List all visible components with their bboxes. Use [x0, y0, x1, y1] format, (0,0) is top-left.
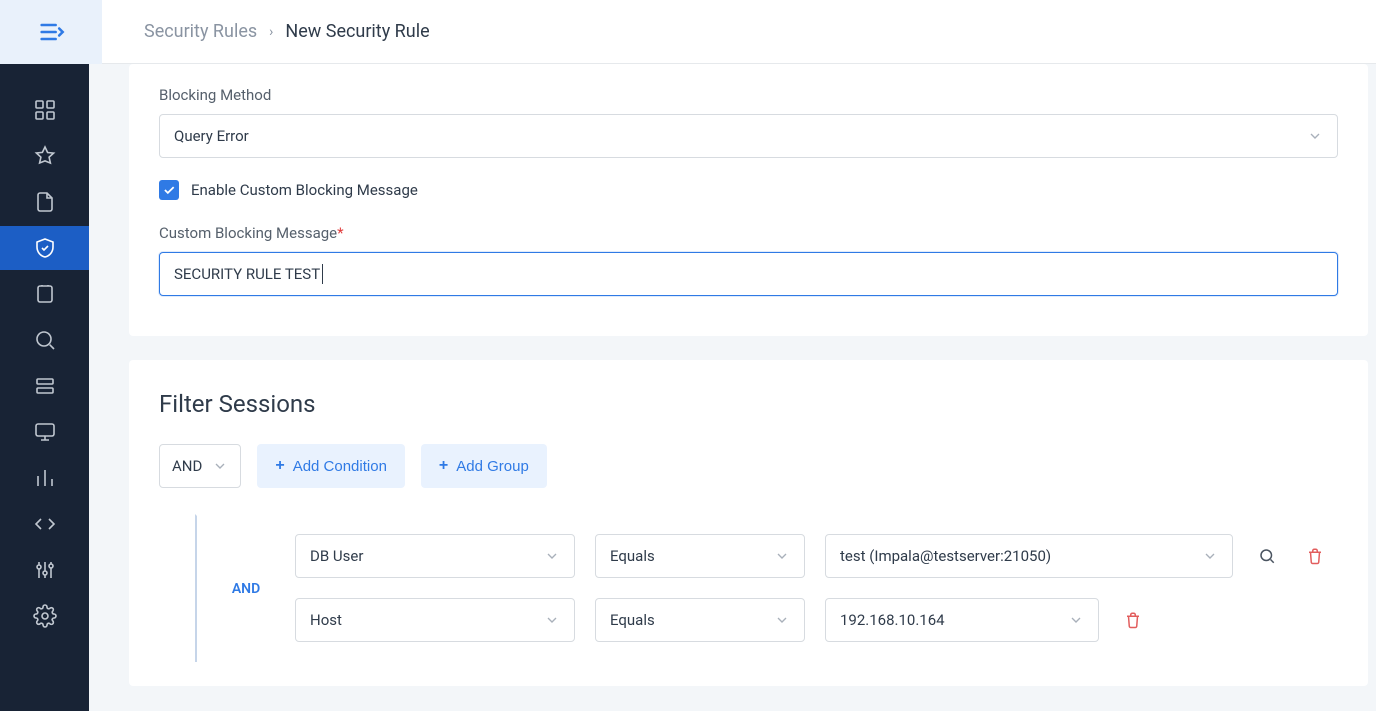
condition-row: DB User Equals test (Impala@testserver:2… [295, 534, 1338, 578]
trash-icon [1124, 611, 1142, 629]
blocking-method-label: Blocking Method [159, 86, 1338, 104]
condition-field-value: DB User [310, 547, 363, 565]
row-delete-button[interactable] [1301, 542, 1329, 570]
blocking-method-select[interactable]: Query Error [159, 114, 1338, 158]
chevron-down-icon [1202, 548, 1218, 564]
sidebar-item-settings[interactable] [0, 594, 89, 638]
sidebar-item-tuning[interactable] [0, 548, 89, 592]
sidebar-item-dev[interactable] [0, 502, 89, 546]
condition-operator-select[interactable]: Equals [595, 534, 805, 578]
bar-chart-icon [33, 466, 57, 490]
condition-field-select[interactable]: Host [295, 598, 575, 642]
file-icon [33, 190, 57, 214]
logic-select[interactable]: AND [159, 444, 241, 488]
check-icon [162, 183, 176, 197]
sidebar-item-layout[interactable] [0, 364, 89, 408]
row-delete-button[interactable] [1119, 606, 1147, 634]
custom-msg-input[interactable]: SECURITY RULE TEST [159, 252, 1338, 296]
condition-value-select[interactable]: test (Impala@testserver:21050) [825, 534, 1233, 578]
sidebar-item-dashboard[interactable] [0, 88, 89, 132]
chevron-down-icon [544, 612, 560, 628]
sidebar [0, 64, 89, 711]
shield-icon [33, 236, 57, 260]
breadcrumb-parent[interactable]: Security Rules [144, 21, 257, 42]
search-icon [1258, 547, 1276, 565]
enable-custom-checkbox[interactable] [159, 180, 179, 200]
add-condition-label: Add Condition [293, 458, 387, 475]
monitor-icon [33, 420, 57, 444]
add-group-button[interactable]: + Add Group [421, 444, 547, 488]
chevron-down-icon [774, 548, 790, 564]
sidebar-item-monitor[interactable] [0, 410, 89, 454]
condition-value-select[interactable]: 192.168.10.164 [825, 598, 1099, 642]
sidebar-item-search[interactable] [0, 318, 89, 362]
sidebar-item-notes[interactable] [0, 272, 89, 316]
sliders-icon [33, 558, 57, 582]
menu-collapse-icon [37, 18, 65, 46]
condition-operator-select[interactable]: Equals [595, 598, 805, 642]
sidebar-item-security[interactable] [0, 226, 89, 270]
filter-toolbar: AND + Add Condition + Add Group [159, 444, 1338, 488]
condition-group-operator: AND [195, 514, 295, 662]
code-icon [33, 512, 57, 536]
condition-group: AND DB User Equals test [159, 514, 1338, 662]
chevron-right-icon: › [269, 24, 273, 40]
enable-custom-label: Enable Custom Blocking Message [191, 181, 418, 199]
logic-value: AND [172, 457, 202, 475]
add-group-label: Add Group [456, 458, 529, 475]
chevron-down-icon [544, 548, 560, 564]
gear-icon [33, 604, 57, 628]
plus-icon: + [275, 457, 284, 475]
sidebar-item-favorites[interactable] [0, 134, 89, 178]
condition-value-text: test (Impala@testserver:21050) [840, 547, 1051, 565]
condition-operator-value: Equals [610, 547, 655, 565]
filter-sessions-card: Filter Sessions AND + Add Condition + Ad… [129, 360, 1368, 686]
add-condition-button[interactable]: + Add Condition [257, 444, 405, 488]
chevron-down-icon [1068, 612, 1084, 628]
note-icon [33, 282, 57, 306]
breadcrumb-current: New Security Rule [285, 21, 429, 42]
filter-sessions-title: Filter Sessions [159, 390, 1338, 418]
app-header: Security Rules › New Security Rule [0, 0, 1376, 64]
sidebar-item-reports[interactable] [0, 456, 89, 500]
star-icon [33, 144, 57, 168]
sidebar-item-docs[interactable] [0, 180, 89, 224]
app-logo[interactable] [0, 0, 102, 64]
condition-operator-value: Equals [610, 611, 655, 629]
chevron-down-icon [1307, 128, 1323, 144]
search-icon [33, 328, 57, 352]
condition-value-text: 192.168.10.164 [840, 611, 945, 629]
condition-field-value: Host [310, 611, 342, 629]
chevron-down-icon [212, 458, 228, 474]
blocking-method-value: Query Error [174, 127, 249, 145]
chevron-down-icon [774, 612, 790, 628]
row-search-button[interactable] [1253, 542, 1281, 570]
plus-icon: + [439, 457, 448, 475]
custom-msg-value: SECURITY RULE TEST [174, 265, 320, 283]
custom-msg-label: Custom Blocking Message* [159, 224, 1338, 242]
main-content: Blocking Method Query Error Enable Custo… [89, 64, 1376, 711]
rows-icon [33, 374, 57, 398]
trash-icon [1306, 547, 1324, 565]
condition-row: Host Equals 192.168.10.164 [295, 598, 1338, 642]
group-operator-label: AND [226, 577, 266, 601]
blocking-card: Blocking Method Query Error Enable Custo… [129, 64, 1368, 336]
condition-field-select[interactable]: DB User [295, 534, 575, 578]
breadcrumb: Security Rules › New Security Rule [102, 21, 430, 42]
grid-icon [33, 98, 57, 122]
